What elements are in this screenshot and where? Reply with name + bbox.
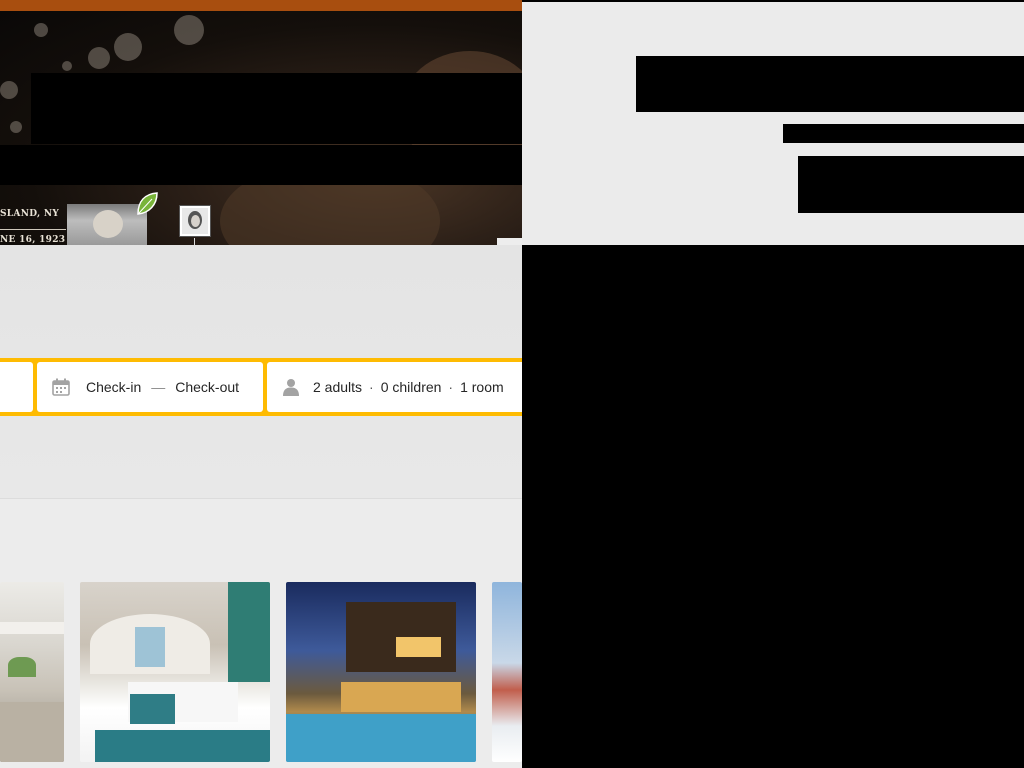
gallery-image-kitchen[interactable] bbox=[0, 582, 64, 762]
caption-divider bbox=[0, 229, 66, 230]
right-viewport bbox=[522, 0, 1024, 768]
left-viewport: SLAND, NY NE 16, 1923 Check-in — Check-o… bbox=[0, 0, 522, 768]
redacted-subline bbox=[783, 124, 1024, 143]
page: SLAND, NY NE 16, 1923 Check-in — Check-o… bbox=[0, 0, 1024, 768]
gallery-image-bedroom[interactable] bbox=[80, 582, 270, 762]
redacted-title bbox=[636, 56, 1024, 112]
hero-banner: SLAND, NY NE 16, 1923 bbox=[0, 11, 522, 245]
gallery-section bbox=[0, 498, 522, 768]
calendar-icon bbox=[52, 378, 70, 396]
guests-separator: · bbox=[369, 379, 374, 395]
caption-location: SLAND, NY bbox=[0, 209, 60, 219]
search-bar: Check-in — Check-out 2 adults · 0 childr… bbox=[0, 358, 522, 416]
tree-connector bbox=[194, 238, 195, 245]
destination-field[interactable] bbox=[0, 362, 33, 412]
hero-corner bbox=[497, 238, 522, 245]
checkin-label: Check-in bbox=[86, 379, 142, 395]
date-dash: — bbox=[151, 379, 166, 395]
children-count: 0 children bbox=[380, 379, 442, 395]
guests-field[interactable]: 2 adults · 0 children · 1 room bbox=[267, 362, 522, 412]
gallery-image-resort[interactable] bbox=[492, 582, 522, 762]
leaf-icon bbox=[137, 192, 158, 215]
gallery-image-villa[interactable] bbox=[286, 582, 476, 762]
rooms-count: 1 room bbox=[460, 379, 504, 395]
checkout-label: Check-out bbox=[175, 379, 240, 395]
date-picker-field[interactable]: Check-in — Check-out bbox=[37, 362, 263, 412]
person-icon bbox=[283, 379, 299, 396]
guests-separator: · bbox=[448, 379, 454, 395]
top-accent-bar bbox=[0, 0, 522, 11]
caption-date: NE 16, 1923 bbox=[0, 235, 66, 245]
right-header bbox=[522, 2, 1024, 245]
redacted-subtitle bbox=[0, 145, 522, 185]
redacted-headline bbox=[31, 73, 522, 144]
adults-count: 2 adults bbox=[313, 379, 363, 395]
family-photo-portrait bbox=[179, 205, 211, 237]
redacted-block bbox=[798, 156, 1024, 213]
